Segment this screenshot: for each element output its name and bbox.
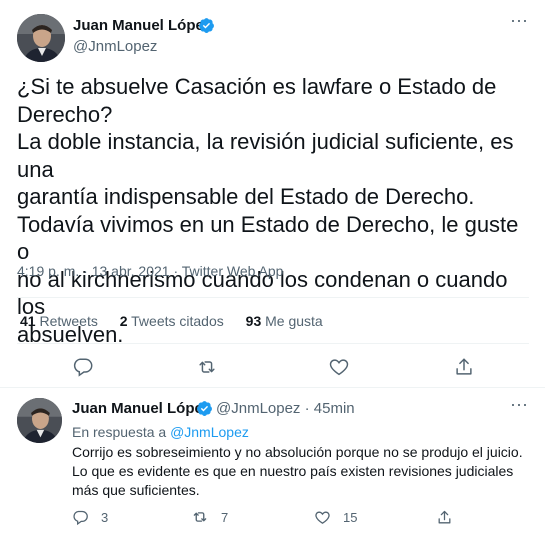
verified-badge-icon xyxy=(197,401,212,416)
reply-retweets-count: 7 xyxy=(221,509,229,525)
reply-author-name[interactable]: Juan Manuel López xyxy=(72,400,210,417)
author-name[interactable]: Juan Manuel López xyxy=(73,17,211,34)
tweet-text-line: Derecho? xyxy=(17,101,113,127)
retweets-stat[interactable]: 41 Retweets xyxy=(20,313,98,329)
likes-count: 93 xyxy=(245,313,262,329)
reply-likes-count: 15 xyxy=(343,509,358,525)
tweet-app[interactable]: Twitter Web App xyxy=(182,263,284,279)
reply-text: Corrijo es sobreseimiento y no absolució… xyxy=(72,444,523,498)
reply-prefix: En respuesta a xyxy=(72,424,171,440)
likes-stat[interactable]: 93 Me gusta xyxy=(246,313,323,329)
reply-like-button[interactable]: 15 xyxy=(314,508,357,526)
tweet-text: ¿Si te absuelve Casación es lawfare o Es… xyxy=(17,73,532,348)
heart-icon[interactable] xyxy=(328,356,350,378)
author-avatar[interactable] xyxy=(17,14,65,62)
tweet-text-line: La doble instancia, la revisión judicial… xyxy=(17,129,520,182)
retweets-label: Retweets xyxy=(39,313,98,329)
more-icon[interactable]: ··· xyxy=(510,11,528,29)
reply-author-avatar[interactable] xyxy=(17,398,62,443)
meta-separator: · xyxy=(83,263,88,279)
divider xyxy=(17,343,529,344)
tweet-time[interactable]: 4:19 p. m. xyxy=(17,263,79,279)
share-icon[interactable] xyxy=(453,356,475,378)
tweet-meta: 4:19 p. m. · 13 abr. 2021 · Twitter Web … xyxy=(17,263,283,279)
tweet-text-line: ¿Si te absuelve Casación es lawfare o Es… xyxy=(17,74,497,99)
share-icon xyxy=(438,510,451,523)
reply-retweet-button[interactable]: 7 xyxy=(191,508,228,526)
meta-separator: · xyxy=(173,263,179,279)
retweet-icon xyxy=(193,512,207,522)
retweet-icon[interactable] xyxy=(196,356,218,378)
reply-replies-count: 3 xyxy=(101,509,109,525)
quotes-label: Tweets citados xyxy=(131,313,224,329)
reply-context: En respuesta a @JnmLopez xyxy=(72,424,249,440)
divider xyxy=(0,387,545,388)
quotes-count: 2 xyxy=(119,313,128,329)
tweet-date[interactable]: 13 abr. 2021 xyxy=(92,263,170,279)
quotes-stat[interactable]: 2 Tweets citados xyxy=(120,313,224,329)
reply-share-button[interactable] xyxy=(436,508,453,526)
author-handle[interactable]: @JnmLopez xyxy=(73,38,157,55)
reply-icon xyxy=(73,510,88,525)
more-icon[interactable]: ··· xyxy=(510,395,528,413)
tweet-text-line: garantía indispensable del Estado de Der… xyxy=(17,184,475,209)
reply-to-link[interactable]: @JnmLopez xyxy=(170,424,249,440)
verified-badge-icon xyxy=(199,18,214,33)
divider xyxy=(17,297,529,298)
likes-label: Me gusta xyxy=(265,313,323,329)
reply-reply-button[interactable]: 3 xyxy=(72,508,108,526)
reply-author-handle-time[interactable]: @JnmLopez · 45min xyxy=(216,400,355,417)
reply-icon[interactable] xyxy=(72,356,94,378)
tweet-stats: 41 Retweets 2 Tweets citados 93 Me gusta xyxy=(20,313,341,329)
tweet-text-line: Todavía vivimos en un Estado de Derecho,… xyxy=(17,211,525,265)
retweets-count: 41 xyxy=(20,313,36,329)
heart-icon xyxy=(315,511,330,524)
